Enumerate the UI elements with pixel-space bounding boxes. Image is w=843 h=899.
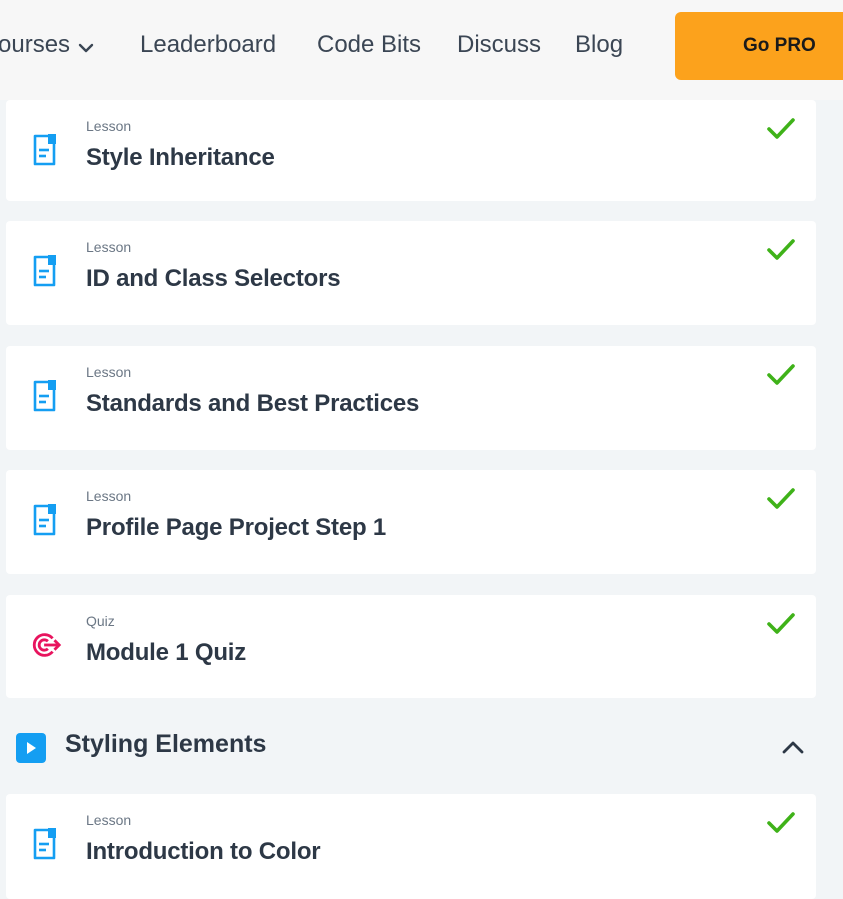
item-kind-label: Lesson <box>86 812 132 828</box>
lesson-document-icon <box>30 502 62 538</box>
item-title: Module 1 Quiz <box>86 639 247 666</box>
lesson-card[interactable]: Lesson Style Inheritance <box>6 100 816 201</box>
lesson-document-icon <box>30 826 62 862</box>
lesson-document-icon <box>30 253 62 289</box>
item-kind-label: Quiz <box>86 613 115 629</box>
chevron-down-icon <box>78 31 94 61</box>
lesson-card[interactable]: Lesson Introduction to Color <box>6 794 816 899</box>
item-title: Standards and Best Practices <box>86 390 420 417</box>
top-navigation: ourses Leaderboard Code Bits Discuss Blo… <box>0 0 843 100</box>
chevron-up-icon[interactable] <box>778 734 808 760</box>
lesson-card[interactable]: Lesson Profile Page Project Step 1 <box>6 470 816 574</box>
nav-code-bits[interactable]: Code Bits <box>317 30 421 60</box>
nav-courses-label: ourses <box>0 31 71 58</box>
check-icon <box>766 362 796 388</box>
item-kind-label: Lesson <box>86 118 132 134</box>
section-title: Styling Elements <box>65 730 267 758</box>
item-kind-label: Lesson <box>86 239 132 255</box>
check-icon <box>766 611 796 637</box>
item-kind-label: Lesson <box>86 488 132 504</box>
lesson-document-icon <box>30 378 62 414</box>
nav-courses[interactable]: ourses <box>0 30 94 61</box>
check-icon <box>766 237 796 263</box>
item-title: Profile Page Project Step 1 <box>86 514 387 541</box>
quiz-target-icon <box>30 627 62 663</box>
section-header[interactable]: Styling Elements <box>0 718 843 774</box>
lesson-card[interactable]: Lesson ID and Class Selectors <box>6 221 816 325</box>
play-icon <box>16 733 46 763</box>
nav-leaderboard[interactable]: Leaderboard <box>140 30 276 60</box>
item-title: Introduction to Color <box>86 838 321 865</box>
check-icon <box>766 810 796 836</box>
go-pro-button[interactable]: Go PRO <box>675 12 843 80</box>
check-icon <box>766 116 796 142</box>
check-icon <box>766 486 796 512</box>
nav-discuss[interactable]: Discuss <box>457 30 541 60</box>
item-title: Style Inheritance <box>86 144 275 171</box>
lesson-card[interactable]: Lesson Standards and Best Practices <box>6 346 816 450</box>
item-kind-label: Lesson <box>86 364 132 380</box>
item-title: ID and Class Selectors <box>86 265 341 292</box>
quiz-card[interactable]: Quiz Module 1 Quiz <box>6 595 816 698</box>
lesson-document-icon <box>30 132 62 168</box>
nav-blog[interactable]: Blog <box>575 30 623 60</box>
